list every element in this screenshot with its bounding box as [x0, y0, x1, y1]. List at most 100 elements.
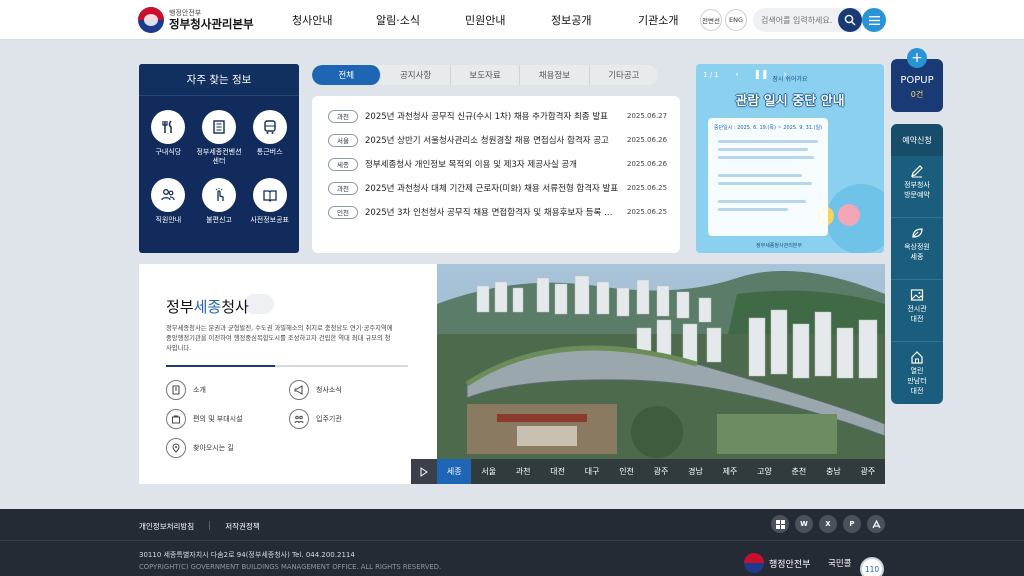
- news-date: 2025.06.25: [627, 208, 668, 216]
- word-viewer-icon[interactable]: W: [795, 515, 813, 533]
- reservation-label: 옥상정원 세종: [904, 243, 930, 261]
- text-line: [718, 208, 788, 211]
- tab-other[interactable]: 기타공고: [590, 65, 658, 85]
- reservation-meeting[interactable]: 열린 만남터 대전: [891, 342, 943, 404]
- link-news[interactable]: 청사소식: [289, 380, 342, 400]
- notice-banner[interactable]: 1 / 1 ‹ ❚❚ › 잠시 쉬어가요 관람 일시 중단 안내 중단일시 : …: [696, 64, 884, 253]
- news-row[interactable]: 서울 2025년 상반기 서울청사관리소 청원경찰 채용 면접심사 합격자 공고…: [328, 133, 668, 147]
- nav-item-disclosure[interactable]: 정보공개: [551, 12, 591, 28]
- region-daejeon[interactable]: 대전: [540, 459, 574, 484]
- faq-complaint[interactable]: 불편신고: [194, 178, 245, 234]
- region-daegu[interactable]: 대구: [575, 459, 609, 484]
- region-badge: 세종: [328, 157, 358, 171]
- region-selector: 세종 서울 과천 대전 대구 인천 광주 경남 제주 고양 춘천 충남 광주: [411, 459, 885, 484]
- reservation-exhibition[interactable]: 전시관 대전: [891, 280, 943, 342]
- news-row[interactable]: 세종 정부세종청사 개인정보 목적외 이용 및 제3자 제공사실 공개 2025…: [328, 157, 668, 171]
- news-title: 2025년 3차 인천청사 공무직 채용 면접합격자 및 채용후보자 등록 안내: [365, 208, 619, 218]
- region-chuncheon[interactable]: 춘천: [782, 459, 816, 484]
- bus-icon: [252, 110, 287, 144]
- region-jeju[interactable]: 제주: [713, 459, 747, 484]
- nav-item-civil-service[interactable]: 민원안내: [465, 12, 505, 28]
- progress-divider: [166, 365, 408, 367]
- lang-button-eng[interactable]: ENG: [725, 9, 747, 31]
- megaphone-icon: [289, 380, 309, 400]
- reservation-label: 열린 만남터 대전: [907, 367, 927, 395]
- link-label: 입주기관: [316, 415, 342, 423]
- region-badge: 과천: [328, 109, 358, 123]
- link-facilities[interactable]: 편의 및 부대시설: [166, 409, 243, 429]
- region-goyang[interactable]: 고양: [747, 459, 781, 484]
- government-emblem-icon: [744, 553, 764, 573]
- powerpoint-viewer-icon[interactable]: P: [843, 515, 861, 533]
- ministry-logo[interactable]: 행정안전부: [744, 553, 810, 573]
- region-gwacheon[interactable]: 과천: [506, 459, 540, 484]
- search-button[interactable]: [838, 8, 862, 32]
- excel-viewer-icon[interactable]: X: [819, 515, 837, 533]
- nav-item-building-info[interactable]: 청사안내: [292, 12, 332, 28]
- reservation-visit[interactable]: 정부청사 방문예약: [891, 156, 943, 218]
- link-label: 청사소식: [316, 386, 342, 394]
- hamburger-icon: [868, 15, 880, 25]
- house-icon: [911, 351, 923, 364]
- search-input[interactable]: [761, 15, 845, 25]
- tab-notice[interactable]: 공지사항: [381, 65, 451, 85]
- reservation-sidebar: 예약신청 정부청사 방문예약 옥상정원 세종 전시관 대전 열린 만남터 대전: [891, 124, 943, 404]
- viewer-download-icons: W X P: [765, 515, 885, 533]
- banner-footer: 정부세종청사관리본부: [756, 243, 803, 249]
- link-intro[interactable]: 소개: [166, 380, 206, 400]
- region-gwangju-2[interactable]: 광주: [851, 459, 885, 484]
- nav-item-news[interactable]: 알림·소식: [376, 12, 420, 28]
- reservation-rooftop[interactable]: 옥상정원 세종: [891, 218, 943, 280]
- aerial-illustration: [437, 264, 885, 484]
- faq-pre-disclosure[interactable]: 사전정보공표: [244, 178, 295, 234]
- hand-pointer-icon: [201, 178, 236, 212]
- faq-cafeteria[interactable]: 구내식당: [143, 110, 194, 166]
- copyright-policy-link[interactable]: 저작권정책: [225, 521, 260, 532]
- faq-label: 통근버스: [256, 148, 283, 156]
- banner-subtitle: 잠시 쉬어가요: [772, 76, 808, 83]
- faq-convention[interactable]: 정부세종컨벤션센터: [194, 110, 245, 166]
- link-agencies[interactable]: 입주기관: [289, 409, 342, 429]
- pdf-viewer-icon[interactable]: [867, 515, 885, 533]
- sejong-description: 정부세종청사는 분권과 균형발전, 수도권 과밀해소의 취지로 충청남도 연기·…: [166, 325, 393, 352]
- frequent-info-panel: 자주 찾는 정보 구내식당 정부세종컨벤션센터 통근버스 직원안내 불편신고 사…: [139, 64, 299, 253]
- link-directions[interactable]: 찾아오시는 길: [166, 438, 234, 458]
- faq-commuter-bus[interactable]: 통근버스: [244, 110, 295, 166]
- building-icon: [166, 380, 186, 400]
- tab-all[interactable]: 전체: [312, 65, 382, 85]
- people-icon: [151, 178, 186, 212]
- region-gyeongnam[interactable]: 경남: [678, 459, 712, 484]
- hwp-viewer-icon[interactable]: [771, 515, 789, 533]
- play-button[interactable]: [411, 459, 437, 484]
- news-row[interactable]: 과천 2025년 과천청사 대체 기간제 근로자(미화) 채용 서류전형 합격자…: [328, 181, 668, 195]
- region-sejong[interactable]: 세종: [437, 459, 472, 484]
- edit-icon: [911, 165, 923, 178]
- news-date: 2025.06.26: [627, 160, 668, 168]
- popup-button[interactable]: + POPUP 0건: [891, 48, 943, 112]
- faq-label: 직원안내: [155, 216, 182, 224]
- region-badge: 서울: [328, 133, 358, 147]
- region-seoul[interactable]: 서울: [471, 459, 505, 484]
- group-icon: [289, 409, 309, 429]
- news-row[interactable]: 과천 2025년 과천청사 공무직 신규(수시 1차) 채용 추가합격자 최종 …: [328, 109, 668, 123]
- faq-label: 정부세종컨벤션센터: [196, 148, 242, 166]
- call-110-badge[interactable]: 110: [860, 557, 884, 576]
- tab-recruit[interactable]: 채용정보: [520, 65, 590, 85]
- region-gwangju[interactable]: 광주: [644, 459, 678, 484]
- play-icon: [420, 466, 428, 477]
- privacy-policy-link[interactable]: 개인정보처리방침: [139, 521, 194, 532]
- nav-item-about[interactable]: 기관소개: [638, 12, 678, 28]
- region-chungnam[interactable]: 충남: [816, 459, 850, 484]
- site-header: 행정안전부 정부청사관리본부 청사안내 알림·소식 민원안내 정보공개 기관소개…: [0, 0, 1024, 40]
- lang-button-sign[interactable]: 전변선: [700, 9, 722, 31]
- faq-staff[interactable]: 직원안내: [143, 178, 194, 234]
- region-incheon[interactable]: 인천: [609, 459, 643, 484]
- all-menu-button[interactable]: [862, 8, 886, 32]
- divider: [209, 521, 211, 530]
- kukmin-call-label: 국민콜: [828, 559, 852, 569]
- site-footer: 개인정보처리방침 저작권정책 W X P 30110 세종특별자치시 다솜2로 …: [0, 509, 1024, 576]
- tab-press[interactable]: 보도자료: [451, 65, 521, 85]
- title-part: 정부: [166, 298, 194, 316]
- news-row[interactable]: 인천 2025년 3차 인천청사 공무직 채용 면접합격자 및 채용후보자 등록…: [328, 205, 668, 219]
- bag-icon: [166, 409, 186, 429]
